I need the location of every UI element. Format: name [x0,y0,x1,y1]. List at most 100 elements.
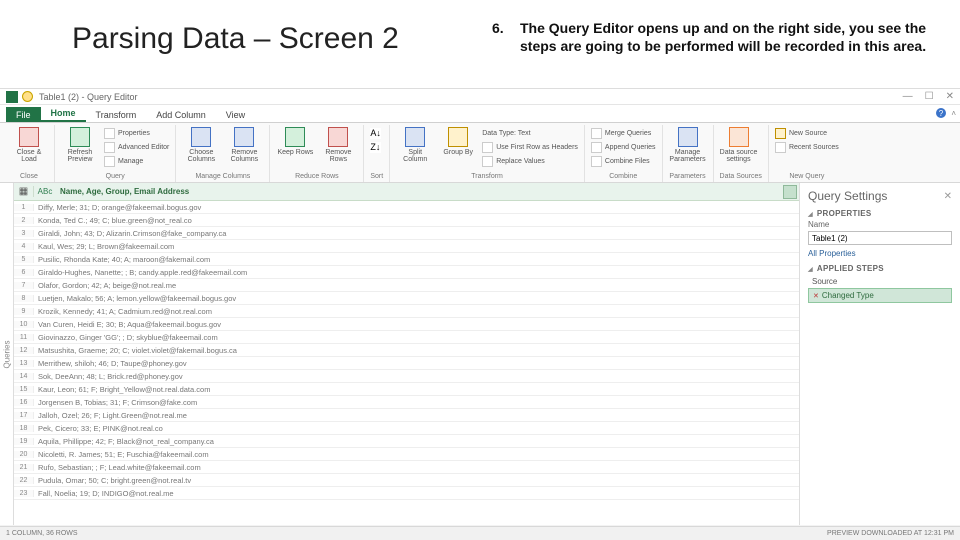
close-window-button[interactable]: ✕ [946,91,954,102]
remove-rows-button[interactable]: Remove Rows [319,127,357,164]
table-row[interactable]: 12Matsushita, Graeme; 20; C; violet.viol… [14,344,799,357]
row-cell[interactable]: Matsushita, Graeme; 20; C; violet.violet… [34,346,799,355]
slide-note-number: 6. [492,20,512,38]
row-cell[interactable]: Pudula, Omar; 50; C; bright.green@not.re… [34,476,799,485]
ribbon-group-query: Query [61,173,169,181]
properties-button[interactable]: Properties [104,127,169,140]
row-cell[interactable]: Krozik, Kennedy; 41; A; Cadmium.red@not.… [34,307,799,316]
row-number: 19 [14,438,34,445]
editor-body: Queries ▦ ABc Name, Age, Group, Email Ad… [0,183,960,525]
row-cell[interactable]: Merrithew, shiloh; 46; D; Taupe@phoney.g… [34,359,799,368]
row-cell[interactable]: Giraldo-Hughes, Nanette; ; B; candy.appl… [34,268,799,277]
row-cell[interactable]: Giraldi, John; 43; D; Alizarin.Crimson@f… [34,229,799,238]
table-row[interactable]: 6Giraldo-Hughes, Nanette; ; B; candy.app… [14,266,799,279]
table-row[interactable]: 4Kaul, Wes; 29; L; Brown@fakeemail.com [14,240,799,253]
table-row[interactable]: 13Merrithew, shiloh; 46; D; Taupe@phoney… [14,357,799,370]
table-row[interactable]: 2Konda, Ted C.; 49; C; blue.green@not_re… [14,214,799,227]
row-cell[interactable]: Aquila, Phillippe; 42; F; Black@not_real… [34,437,799,446]
table-row[interactable]: 9Krozik, Kennedy; 41; A; Cadmium.red@not… [14,305,799,318]
tab-add-column[interactable]: Add Column [146,107,216,122]
combine-files-button[interactable]: Combine Files [591,155,656,168]
keep-rows-button[interactable]: Keep Rows [276,127,314,156]
row-cell[interactable]: Konda, Ted C.; 49; C; blue.green@not_rea… [34,216,799,225]
query-name-input[interactable] [808,231,952,245]
sort-asc-button[interactable]: A↓ [370,127,381,140]
row-cell[interactable]: Rufo, Sebastian; ; F; Lead.white@fakeema… [34,463,799,472]
row-cell[interactable]: Nicoletti, R. James; 51; E; Fuschia@fake… [34,450,799,459]
choose-columns-button[interactable]: Choose Columns [182,127,220,164]
step-changed-type[interactable]: Changed Type [808,288,952,303]
refresh-preview-button[interactable]: Refresh Preview [61,127,99,164]
table-row[interactable]: 8Luetjen, Makalo; 56; A; lemon.yellow@fa… [14,292,799,305]
new-source-button[interactable]: New Source [775,127,839,140]
table-row[interactable]: 10Van Curen, Heidi E; 30; B; Aqua@fakeem… [14,318,799,331]
row-cell[interactable]: Fall, Noelia; 19; D; INDIGO@not.real.me [34,489,799,498]
table-row[interactable]: 20Nicoletti, R. James; 51; E; Fuschia@fa… [14,448,799,461]
split-column-button[interactable]: Split Column [396,127,434,164]
group-by-button[interactable]: Group By [439,127,477,156]
data-grid[interactable]: ▦ ABc Name, Age, Group, Email Address 1D… [14,183,800,525]
table-row[interactable]: 14Sok, DeeAnn; 48; L; Brick.red@phoney.g… [14,370,799,383]
sort-desc-button[interactable]: Z↓ [370,141,381,154]
table-row[interactable]: 15Kaur, Leon; 61; F; Bright_Yellow@not.r… [14,383,799,396]
row-number: 16 [14,399,34,406]
table-row[interactable]: 17Jalloh, Ozel; 26; F; Light.Green@not.r… [14,409,799,422]
row-cell[interactable]: Kaur, Leon; 61; F; Bright_Yellow@not.rea… [34,385,799,394]
table-row[interactable]: 7Olafor, Gordon; 42; A; beige@not.real.m… [14,279,799,292]
row-cell[interactable]: Diffy, Merle; 31; D; orange@fakeemail.bo… [34,203,799,212]
table-row[interactable]: 11Giovinazzo, Ginger 'GG'; ; D; skyblue@… [14,331,799,344]
table-row[interactable]: 3Giraldi, John; 43; D; Alizarin.Crimson@… [14,227,799,240]
manage-button[interactable]: Manage [104,155,169,168]
table-row[interactable]: 23Fall, Noelia; 19; D; INDIGO@not.real.m… [14,487,799,500]
properties-section-header[interactable]: PROPERTIES [808,209,952,218]
row-cell[interactable]: Pek, Cicero; 33; E; PINK@not.real.co [34,424,799,433]
tab-transform[interactable]: Transform [86,107,147,122]
query-settings-close-button[interactable]: ✕ [944,191,952,202]
table-row[interactable]: 5Pusilic, Rhonda Kate; 40; A; maroon@fak… [14,253,799,266]
column-type-icon[interactable]: ABc [34,187,56,196]
table-row[interactable]: 19Aquila, Phillippe; 42; F; Black@not_re… [14,435,799,448]
row-cell[interactable]: Giovinazzo, Ginger 'GG'; ; D; skyblue@fa… [34,333,799,342]
queries-pane-collapsed[interactable]: Queries [0,183,14,525]
help-icon[interactable]: ? [936,108,946,118]
table-row[interactable]: 21Rufo, Sebastian; ; F; Lead.white@fakee… [14,461,799,474]
first-row-headers-button[interactable]: Use First Row as Headers [482,141,578,154]
tab-home[interactable]: Home [41,105,86,122]
table-row[interactable]: 22Pudula, Omar; 50; C; bright.green@not.… [14,474,799,487]
merge-queries-button[interactable]: Merge Queries [591,127,656,140]
row-cell[interactable]: Jorgensen B, Tobias; 31; F; Crimson@fake… [34,398,799,407]
row-number: 23 [14,490,34,497]
close-and-load-button[interactable]: Close & Load [10,127,48,164]
row-cell[interactable]: Sok, DeeAnn; 48; L; Brick.red@phoney.gov [34,372,799,381]
column-header[interactable]: Name, Age, Group, Email Address [56,187,783,196]
recent-sources-button[interactable]: Recent Sources [775,141,839,154]
column-filter-dropdown[interactable] [783,185,797,199]
applied-steps-header[interactable]: APPLIED STEPS [808,264,952,273]
data-type-button[interactable]: Data Type: Text [482,127,578,140]
maximize-button[interactable]: ☐ [925,91,934,102]
remove-columns-button[interactable]: Remove Columns [225,127,263,164]
tab-view[interactable]: View [216,107,255,122]
row-cell[interactable]: Pusilic, Rhonda Kate; 40; A; maroon@fake… [34,255,799,264]
row-cell[interactable]: Kaul, Wes; 29; L; Brown@fakeemail.com [34,242,799,251]
step-source[interactable]: Source [808,275,952,288]
row-cell[interactable]: Van Curen, Heidi E; 30; B; Aqua@fakeemai… [34,320,799,329]
row-cell[interactable]: Luetjen, Makalo; 56; A; lemon.yellow@fak… [34,294,799,303]
append-queries-button[interactable]: Append Queries [591,141,656,154]
data-source-settings-button[interactable]: Data source settings [720,127,758,164]
row-cell[interactable]: Olafor, Gordon; 42; A; beige@not.real.me [34,281,799,290]
replace-values-button[interactable]: Replace Values [482,155,578,168]
all-properties-link[interactable]: All Properties [808,249,952,258]
minimize-button[interactable]: — [903,91,913,102]
grid-header[interactable]: ▦ ABc Name, Age, Group, Email Address [14,183,799,201]
table-row[interactable]: 16Jorgensen B, Tobias; 31; F; Crimson@fa… [14,396,799,409]
row-cell[interactable]: Jalloh, Ozel; 26; F; Light.Green@not.rea… [34,411,799,420]
collapse-ribbon-icon[interactable]: ˄ [951,109,956,118]
grid-select-all[interactable]: ▦ [14,186,34,197]
advanced-editor-button[interactable]: Advanced Editor [104,141,169,154]
row-number: 7 [14,282,34,289]
manage-parameters-button[interactable]: Manage Parameters [669,127,707,164]
tab-file[interactable]: File [6,107,41,122]
table-row[interactable]: 18Pek, Cicero; 33; E; PINK@not.real.co [14,422,799,435]
table-row[interactable]: 1Diffy, Merle; 31; D; orange@fakeemail.b… [14,201,799,214]
